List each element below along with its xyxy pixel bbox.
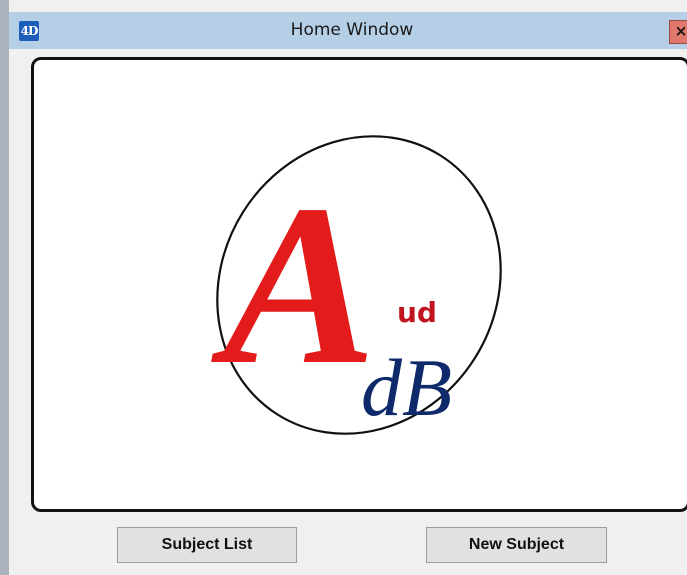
window-top-strip	[9, 0, 687, 12]
logo-text-ud: ud	[397, 296, 437, 329]
close-button[interactable]: ×	[669, 20, 687, 44]
audb-logo: A ud dB	[211, 135, 502, 435]
logo-text-db: dB	[361, 342, 452, 433]
new-subject-button[interactable]: New Subject	[426, 527, 607, 563]
subject-list-button[interactable]: Subject List	[117, 527, 297, 563]
logo-letter-a: A	[211, 157, 376, 412]
home-window: 4D Home Window × A ud dB Subject List Ne…	[0, 0, 687, 575]
window-title: Home Window	[290, 20, 414, 40]
